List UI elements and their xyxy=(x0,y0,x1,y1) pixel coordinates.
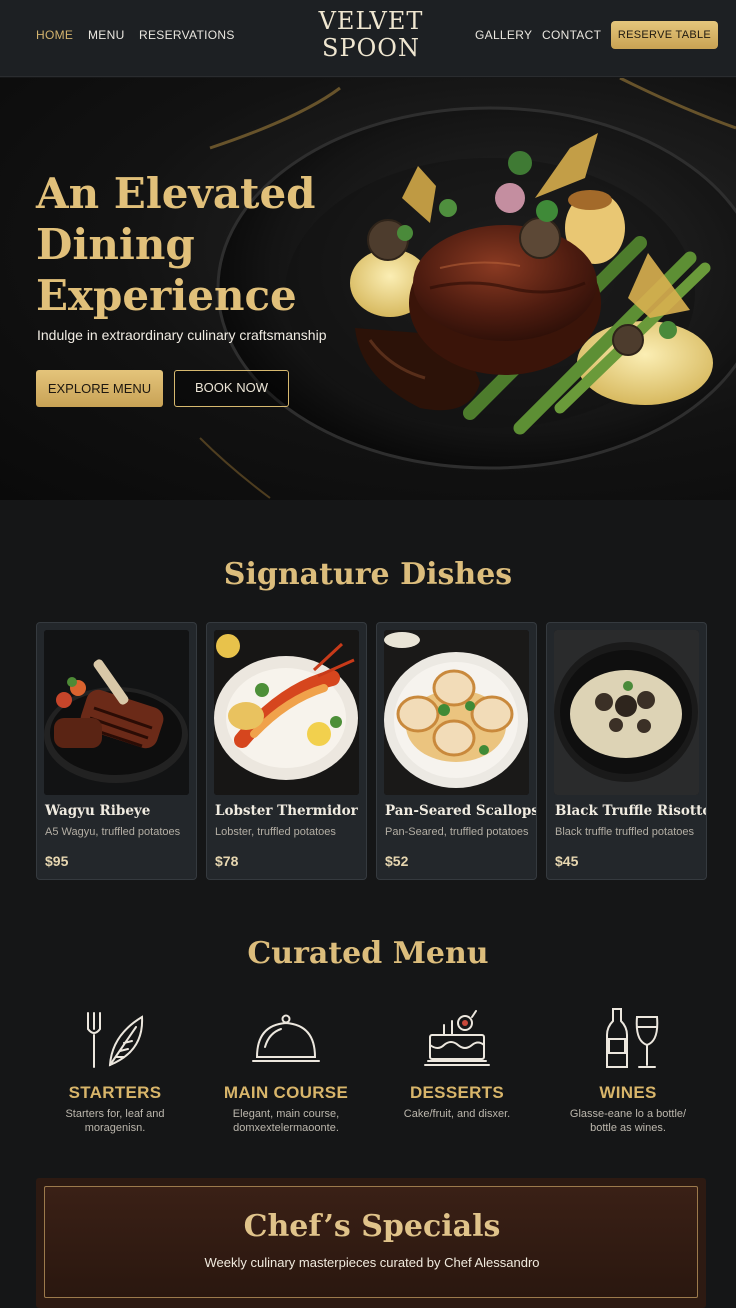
chef-specials-subtitle: Weekly culinary masterpieces curated by … xyxy=(204,1255,540,1270)
chef-specials-banner[interactable]: Chef’s Specials Weekly culinary masterpi… xyxy=(36,1178,706,1308)
top-navigation: HOME MENU RESERVATIONS VELVET SPOON GALL… xyxy=(0,0,736,77)
explore-menu-button[interactable]: EXPLORE MENU xyxy=(36,370,163,407)
nav-link-reservations[interactable]: RESERVATIONS xyxy=(139,28,235,42)
dish-description: Pan-Seared, truffled potatoes xyxy=(385,826,529,838)
dish-price: $52 xyxy=(385,853,409,869)
hero-title-line-2: Dining xyxy=(36,220,195,269)
logo-line-2: SPOON xyxy=(322,34,420,62)
category-description: Glasse-eane lo a bottle/ bottle as wines… xyxy=(569,1108,687,1134)
dish-description: Black truffle truffled potatoes xyxy=(555,826,695,838)
category-name: MAIN COURSE xyxy=(223,1083,349,1102)
wine-icon xyxy=(606,1008,659,1068)
fork-leaf-icon xyxy=(87,1012,144,1068)
nav-link-home[interactable]: HOME xyxy=(36,28,73,42)
category-name: STARTERS xyxy=(68,1083,162,1102)
hero-title-line-1: An Elevated xyxy=(36,169,316,218)
risotto-plate-image xyxy=(554,630,699,795)
nav-link-gallery[interactable]: GALLERY xyxy=(475,28,532,42)
signature-dishes-title: Signature Dishes xyxy=(223,557,513,592)
hero-title: An Elevated Dining Experience xyxy=(36,168,366,321)
category-description: Cake/fruit, and disxer. xyxy=(403,1108,511,1120)
curated-menu-title: Curated Menu xyxy=(247,936,489,971)
dish-card-risotto[interactable]: Black Truffle Risotto Black truffle truf… xyxy=(546,622,707,880)
dish-name: Wagyu Ribeye xyxy=(45,803,151,819)
cloche-icon xyxy=(252,1014,320,1062)
steak-plate-image xyxy=(44,630,189,795)
dish-card-scallops[interactable]: Pan-Seared Scallops Pan-Seared, truffled… xyxy=(376,622,537,880)
dish-price: $95 xyxy=(45,853,69,869)
chef-specials-frame: Chef’s Specials Weekly culinary masterpi… xyxy=(44,1186,698,1298)
category-name: DESSERTS xyxy=(409,1083,505,1102)
chef-specials-title: Chef’s Specials xyxy=(243,1209,501,1244)
dish-card-lobster[interactable]: Lobster Thermidor Lobster, truffled pota… xyxy=(206,622,367,880)
category-description: Starters for, leaf and moragenisn. xyxy=(65,1108,165,1134)
lobster-plate-image xyxy=(214,630,359,795)
scallops-plate-image xyxy=(384,630,529,795)
hero-subtitle: Indulge in extraordinary culinary crafts… xyxy=(37,327,327,343)
menu-category-desserts[interactable]: DESSERTS Cake/fruit, and disxer. xyxy=(372,1005,542,1121)
nav-link-contact[interactable]: CONTACT xyxy=(542,28,601,42)
book-now-button[interactable]: BOOK NOW xyxy=(174,370,289,407)
dish-name: Pan-Seared Scallops xyxy=(385,803,537,819)
dish-price: $45 xyxy=(555,853,579,869)
dish-price: $78 xyxy=(215,853,239,869)
nav-link-menu[interactable]: MENU xyxy=(88,28,125,42)
hero-title-line-3: Experience xyxy=(36,271,297,320)
logo-line-1: VELVET xyxy=(318,7,424,35)
menu-category-main-course[interactable]: MAIN COURSE Elegant, main course, domxex… xyxy=(201,1005,371,1135)
dish-name: Lobster Thermidor xyxy=(215,803,358,819)
menu-category-starters[interactable]: STARTERS Starters for, leaf and morageni… xyxy=(30,1005,200,1135)
reserve-table-button[interactable]: RESERVE TABLE xyxy=(611,21,718,49)
dish-description: Lobster, truffled potatoes xyxy=(215,826,336,838)
brand-logo[interactable]: VELVET SPOON xyxy=(300,8,442,62)
hero-section: An Elevated Dining Experience Indulge in… xyxy=(0,78,736,500)
dish-name: Black Truffle Risotto xyxy=(555,803,707,819)
cake-icon xyxy=(424,1010,490,1066)
dish-description: A5 Wagyu, truffled potatoes xyxy=(45,826,181,838)
menu-category-wines[interactable]: WINES Glasse-eane lo a bottle/ bottle as… xyxy=(543,1005,713,1135)
category-description: Elegant, main course, domxextelermaoonte… xyxy=(232,1108,340,1134)
category-name: WINES xyxy=(599,1083,657,1102)
dish-card-wagyu[interactable]: Wagyu Ribeye A5 Wagyu, truffled potatoes… xyxy=(36,622,197,880)
